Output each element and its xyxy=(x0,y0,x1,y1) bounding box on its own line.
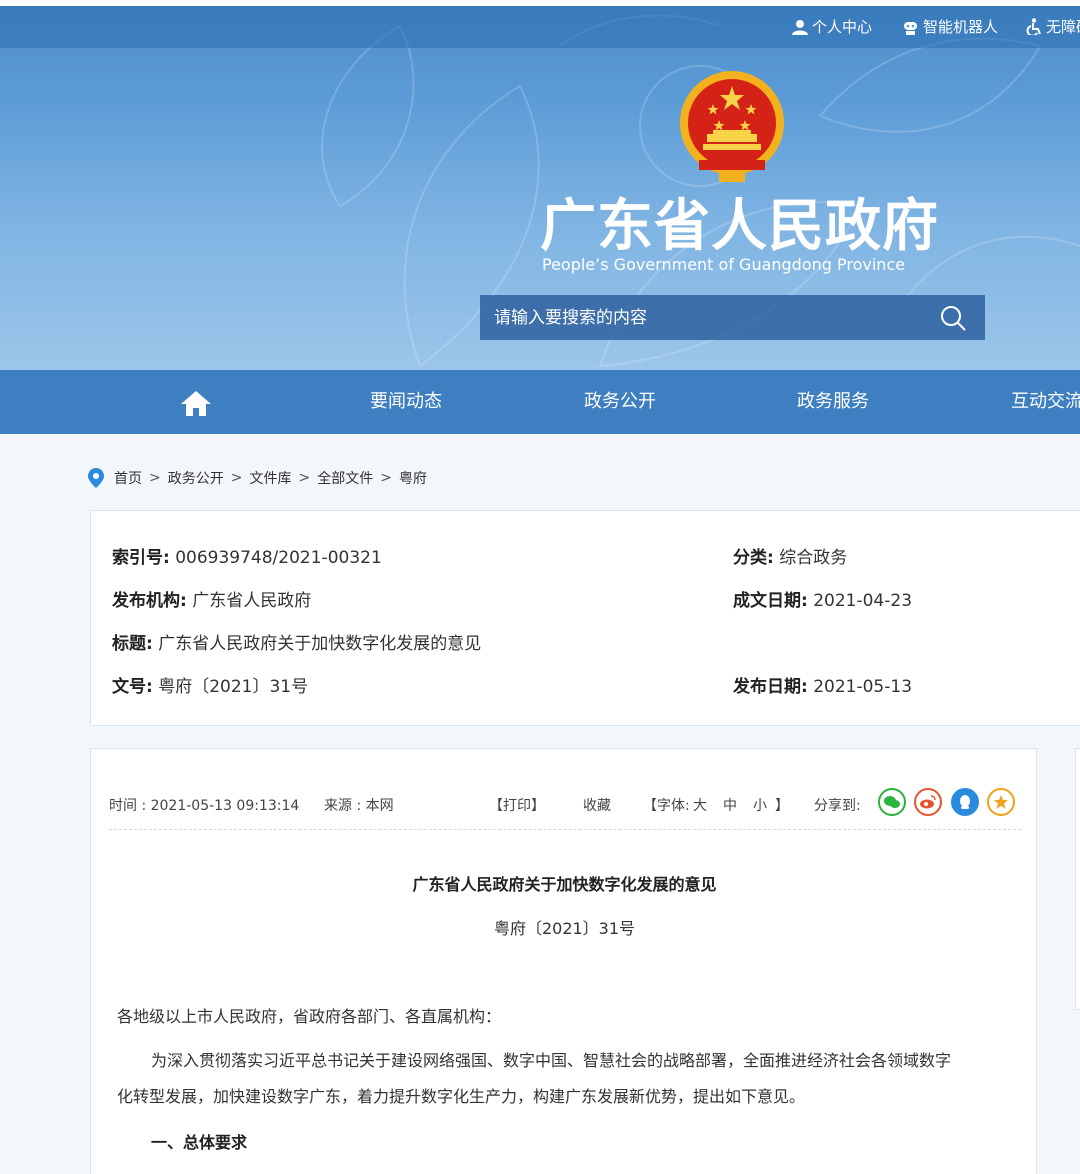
meta-publisher: 发布机构: 广东省人民政府 xyxy=(112,586,311,611)
font-size-end: 】 xyxy=(775,798,789,814)
font-small-button[interactable]: 小 xyxy=(753,795,767,815)
robot-link[interactable]: 智能机器人 xyxy=(902,6,998,48)
search-bar xyxy=(480,295,985,340)
site-title: 广东省人民政府 xyxy=(540,193,939,259)
main-nav: 要闻动态 政务公开 政务服务 互动交流 xyxy=(0,370,1080,434)
share-wechat-button[interactable] xyxy=(878,788,906,816)
home-icon xyxy=(181,391,211,416)
font-size-label: 【字体: xyxy=(643,798,690,814)
meta-category: 分类: 综合政务 xyxy=(733,543,847,568)
meta-publisher-value: 广东省人民政府 xyxy=(192,591,312,611)
national-emblem-icon xyxy=(680,71,784,182)
breadcrumb-gov-affairs[interactable]: 政务公开 xyxy=(168,468,224,488)
location-pin-icon xyxy=(88,468,104,488)
robot-icon xyxy=(904,22,917,35)
wechat-icon xyxy=(884,796,900,808)
favorite-button[interactable]: 收藏 xyxy=(583,795,611,815)
toolbar-divider xyxy=(109,829,1021,830)
share-qq-button[interactable] xyxy=(951,788,979,816)
meta-docno-value: 粤府〔2021〕31号 xyxy=(158,677,309,697)
meta-written-date: 成文日期: 2021-04-23 xyxy=(733,586,912,611)
breadcrumb-all-files[interactable]: 全部文件 xyxy=(317,468,373,488)
personal-center-label: 个人中心 xyxy=(812,18,873,36)
meta-written-label: 成文日期: xyxy=(733,591,808,611)
star-icon xyxy=(994,795,1008,809)
weibo-icon xyxy=(920,795,936,809)
meta-written-value: 2021-04-23 xyxy=(813,591,913,611)
nav-home[interactable] xyxy=(180,389,212,421)
section-heading: 一、总体要求 xyxy=(151,1133,248,1152)
meta-docno-label: 文号: xyxy=(112,677,153,697)
breadcrumb-separator: > xyxy=(380,470,392,486)
nav-item-interaction[interactable]: 互动交流 xyxy=(1011,370,1080,434)
sidebar-panel-edge xyxy=(1075,748,1080,1010)
paragraph-line: 为深入贯彻落实习近平总书记关于建设网络强国、数字中国、智慧社会的战略部署，全面推… xyxy=(151,1051,952,1070)
article-toolbar: 时间 : 2021-05-13 09:13:14 来源 : 本网 【打印】 收藏… xyxy=(109,787,1021,830)
robot-label: 智能机器人 xyxy=(923,18,999,36)
meta-doc-number: 文号: 粤府〔2021〕31号 xyxy=(112,672,308,697)
qq-icon xyxy=(960,795,970,809)
article-source: 来源 : 本网 xyxy=(324,798,394,814)
breadcrumb-separator: > xyxy=(298,470,311,486)
font-medium-button[interactable]: 中 xyxy=(723,795,737,815)
accessibility-icon xyxy=(1026,18,1041,37)
breadcrumb-current: 粤府 xyxy=(398,471,427,487)
document-number: 粤府〔2021〕31号 xyxy=(493,919,636,938)
nav-item-gov-affairs[interactable]: 政务公开 xyxy=(584,370,656,434)
meta-index-value: 006939748/2021-00321 xyxy=(175,548,382,568)
meta-title-label: 标题: xyxy=(112,634,153,654)
meta-title-value: 广东省人民政府关于加快数字化发展的意见 xyxy=(158,634,482,654)
share-label: 分享到: xyxy=(814,798,861,814)
meta-index-label: 索引号: xyxy=(112,548,170,568)
document-meta-box: 索引号: 006939748/2021-00321 分类: 综合政务 发布机构:… xyxy=(90,510,1080,726)
font-large-button[interactable]: 大 xyxy=(693,795,707,815)
breadcrumb-separator: > xyxy=(230,470,243,486)
meta-title: 标题: 广东省人民政府关于加快数字化发展的意见 xyxy=(112,629,481,654)
meta-pubdate-label: 发布日期: xyxy=(733,677,808,697)
accessibility-link[interactable]: 无障碍 xyxy=(1026,6,1080,48)
print-button[interactable]: 【打印】 xyxy=(489,795,545,815)
header-banner: 个人中心 智能机器人 无障碍 广东省人民政府 People’s Governme… xyxy=(0,6,1080,370)
breadcrumb-separator: > xyxy=(149,470,161,486)
meta-index: 索引号: 006939748/2021-00321 xyxy=(112,543,382,568)
search-button[interactable] xyxy=(921,295,985,340)
breadcrumb-home[interactable]: 首页 xyxy=(114,468,142,488)
search-icon xyxy=(941,305,966,331)
salutation-text: 各地级以上市人民政府，省政府各部门、各直属机构： xyxy=(117,1007,502,1026)
breadcrumb-library[interactable]: 文件库 xyxy=(249,468,291,488)
utility-bar: 个人中心 智能机器人 无障碍 xyxy=(0,6,1080,48)
article-panel: 时间 : 2021-05-13 09:13:14 来源 : 本网 【打印】 收藏… xyxy=(90,748,1037,1174)
document-title: 广东省人民政府关于加快数字化发展的意见 xyxy=(412,875,717,894)
meta-category-label: 分类: xyxy=(733,548,774,568)
article-time: 时间 : 2021-05-13 09:13:14 xyxy=(109,798,300,814)
personal-center-link[interactable]: 个人中心 xyxy=(792,6,872,48)
site-subtitle: People’s Government of Guangdong Provinc… xyxy=(542,255,906,274)
user-icon xyxy=(792,20,808,35)
meta-category-value: 综合政务 xyxy=(779,548,848,568)
share-weibo-button[interactable] xyxy=(914,788,942,816)
meta-publisher-label: 发布机构: xyxy=(112,591,187,611)
accessibility-label: 无障碍 xyxy=(1046,18,1080,36)
breadcrumb: 首页 > 政务公开 > 文件库 > 全部文件 > 粤府 xyxy=(88,466,427,490)
paragraph-line: 化转型发展，加快建设数字广东，着力提升数字化生产力，构建广东发展新优势，提出如下… xyxy=(117,1087,806,1106)
nav-item-news[interactable]: 要闻动态 xyxy=(370,370,442,434)
share-favorite-button[interactable] xyxy=(987,788,1015,816)
meta-pubdate-value: 2021-05-13 xyxy=(813,677,913,697)
search-input[interactable] xyxy=(480,295,920,340)
nav-item-services[interactable]: 政务服务 xyxy=(797,370,869,434)
meta-publish-date: 发布日期: 2021-05-13 xyxy=(733,672,912,697)
